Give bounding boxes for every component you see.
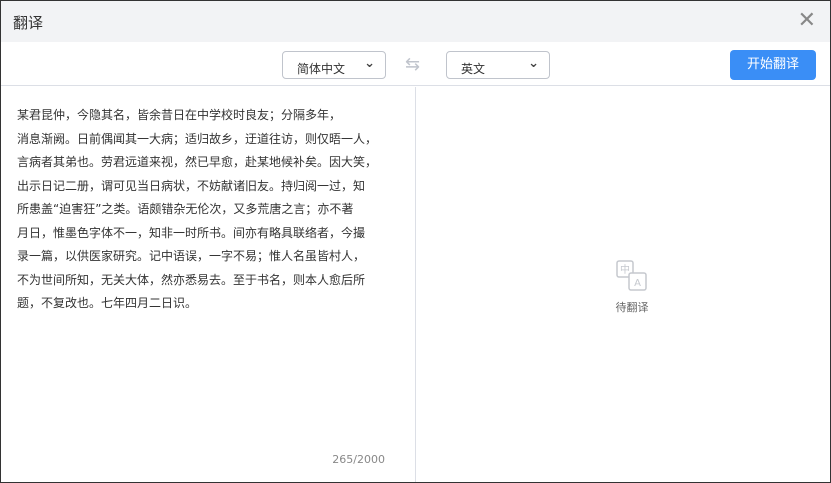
source-text[interactable]: 某君昆仲，今隐其名，皆余昔日在中学校时良友；分隔多年， 消息渐阙。日前偶闻其一大病… — [17, 104, 377, 316]
result-pane: 中A 待翻译 — [417, 87, 830, 482]
source-language-select[interactable]: 简体中文 ⌄ — [282, 51, 386, 79]
source-line: 言病者其弟也。劳君远道来视，然已早愈，赴某地候补矣。因大笑， — [17, 155, 378, 169]
target-language-value: 英文 — [461, 62, 486, 76]
close-icon[interactable]: ✕ — [798, 9, 816, 33]
source-line: 录一篇，以供医家研究。记中语误，一字不易；惟人名虽皆村人， — [17, 249, 366, 263]
swap-languages-icon[interactable]: ⇆ — [405, 54, 420, 75]
placeholder-text: 待翻译 — [615, 301, 649, 314]
target-language-select[interactable]: 英文 ⌄ — [446, 51, 550, 79]
source-line: 月日，惟墨色字体不一，知非一时所书。间亦有略具联络者，今撮 — [17, 225, 366, 240]
result-placeholder: 中A 待翻译 — [607, 259, 657, 315]
toolbar: 简体中文 ⌄ ⇆ 英文 ⌄ 开始翻译 — [1, 42, 830, 86]
source-line: 不为世间所知，无关大体，然亦悉易去。至于书名，则本人愈后所 — [17, 272, 366, 287]
translate-dialog: 翻译 ✕ 简体中文 ⌄ ⇆ 英文 ⌄ 开始翻译 某君昆仲，今隐其名，皆余昔日在中… — [0, 0, 831, 483]
translate-icon: 中A — [615, 259, 649, 293]
source-line: 出示日记二册，谓可见当日病状，不妨献诸旧友。持归阅一过，知 — [17, 178, 366, 193]
source-line: 某君昆仲，今隐其名，皆余昔日在中学校时良友；分隔多年， — [17, 108, 342, 122]
source-language-value: 简体中文 — [297, 62, 346, 76]
svg-text:A: A — [634, 278, 641, 289]
source-line: 题，不复改也。七年四月二日识。 — [17, 296, 198, 310]
start-translate-button[interactable]: 开始翻译 — [730, 50, 816, 80]
chevron-down-icon: ⌄ — [528, 56, 539, 71]
character-count: 265/2000 — [332, 453, 385, 466]
chevron-down-icon: ⌄ — [364, 56, 375, 71]
source-line: 所患盖“迫害狂”之类。语颇错杂无伦次，又多荒唐之言；亦不著 — [17, 202, 354, 216]
dialog-title: 翻译 — [13, 14, 44, 32]
source-text-area[interactable]: 某君昆仲，今隐其名，皆余昔日在中学校时良友；分隔多年， 消息渐阙。日前偶闻其一大病… — [1, 87, 416, 482]
source-line: 消息渐阙。日前偶闻其一大病；适归故乡，迂道往访，则仅晤一人， — [17, 131, 378, 146]
title-bar: 翻译 ✕ — [1, 1, 830, 42]
